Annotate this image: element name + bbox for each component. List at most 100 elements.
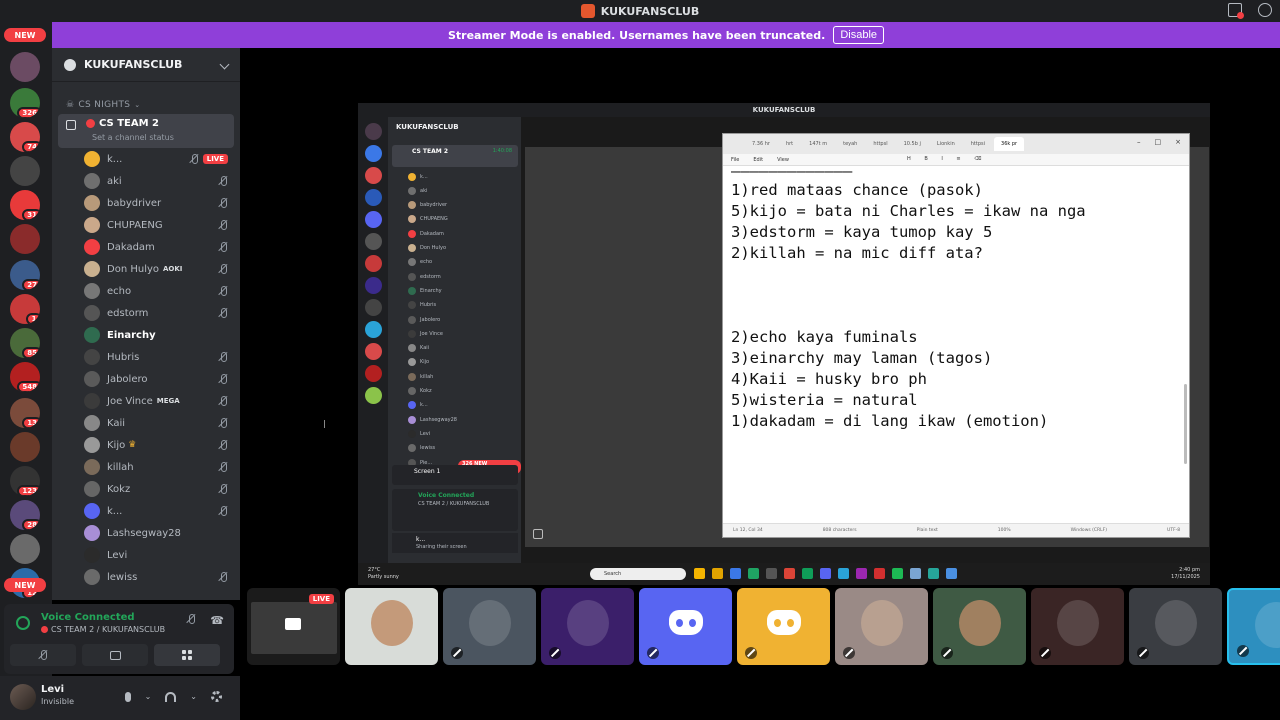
notepad-line: 5)kijo = bata ni Charles = ikaw na nga (731, 202, 1086, 220)
headphones-icon[interactable] (165, 691, 177, 702)
server-icon[interactable]: 123 (10, 466, 40, 496)
voice-member[interactable]: babydriver (52, 192, 240, 214)
guild-header[interactable]: KUKUFANSCLUB (52, 48, 240, 82)
disable-streamer-mode-button[interactable]: Disable (833, 26, 885, 44)
voice-member[interactable]: Kokz (52, 478, 240, 500)
participant-tile[interactable] (933, 588, 1026, 665)
server-icon[interactable]: 548 (10, 362, 40, 392)
mention-badge: 326 (17, 107, 40, 118)
deafened-icon (218, 506, 228, 516)
voice-member[interactable]: lewiss (52, 566, 240, 588)
camera-off-icon (38, 650, 48, 660)
participant-tile[interactable] (835, 588, 928, 665)
participant-tile[interactable] (1129, 588, 1222, 665)
participant-tile[interactable] (345, 588, 438, 665)
participant-tile[interactable] (443, 588, 536, 665)
voice-member[interactable]: Hubris (52, 346, 240, 368)
notepad-line: 1)red mataas chance (pasok) (731, 181, 983, 199)
notepad-menu-item: View (777, 156, 789, 163)
participant-tile[interactable] (1227, 588, 1280, 665)
voice-member[interactable]: k... (52, 500, 240, 522)
notepad-line (731, 264, 1181, 285)
stream-user-panel: k... Sharing their screen (392, 533, 518, 553)
server-icon[interactable] (10, 534, 40, 564)
server-icon[interactable]: 326 (10, 88, 40, 118)
participant-tile[interactable] (639, 588, 732, 665)
voice-status[interactable]: Voice Connected (41, 612, 135, 623)
voice-member[interactable]: Joe Vince MEGA (52, 390, 240, 412)
stream-taskbar-apps (694, 568, 957, 579)
voice-channel-cs-team-2[interactable]: CS TEAM 2 Set a channel status (58, 114, 234, 148)
stream-voice-member: CHUPAENG (408, 214, 448, 225)
voice-panel-icons: ☎ (186, 614, 224, 627)
chevron-down-icon[interactable]: ⌄ (190, 692, 197, 701)
chevron-down-icon[interactable] (219, 59, 230, 70)
participant-tile[interactable] (1031, 588, 1124, 665)
avatar[interactable] (10, 684, 36, 710)
server-icon[interactable] (10, 224, 40, 254)
signal-icon[interactable] (16, 616, 30, 630)
gear-icon[interactable] (211, 691, 222, 702)
voice-member[interactable]: Lashsegway28 (52, 522, 240, 544)
server-icon[interactable] (10, 432, 40, 462)
disconnect-icon[interactable]: ☎ (210, 614, 224, 627)
voice-member[interactable]: k... LIVE (52, 148, 240, 170)
voice-member[interactable]: echo (52, 280, 240, 302)
chevron-down-icon: ⌄ (134, 101, 141, 109)
new-unreads-pill-top[interactable]: NEW (4, 28, 46, 42)
voice-member[interactable]: Kaii (52, 412, 240, 434)
user-name[interactable]: Levi (41, 684, 64, 695)
participant-tile[interactable] (737, 588, 830, 665)
server-icon[interactable]: 74 (10, 122, 40, 152)
notepad-status-item: Ln 12, Col 34 (733, 528, 763, 533)
noise-suppression-icon[interactable] (186, 614, 196, 624)
server-icon[interactable] (10, 156, 40, 186)
participant-video (861, 600, 903, 646)
server-icon[interactable]: 28 (10, 500, 40, 530)
server-icon[interactable] (10, 52, 40, 82)
window-title-text: KUKUFANSCLUB (600, 4, 700, 18)
camera-button[interactable] (10, 644, 76, 666)
server-icon[interactable]: 1 (10, 294, 40, 324)
stream-weather: 27°C Partly sunny (368, 567, 399, 581)
chevron-down-icon[interactable]: ⌄ (145, 692, 152, 701)
voice-member[interactable]: edstorm (52, 302, 240, 324)
member-tag: MEGA (156, 397, 180, 405)
participant-tile[interactable]: LIVE (247, 588, 340, 665)
activities-button[interactable] (154, 644, 220, 666)
member-status-icons: LIVE (189, 154, 228, 164)
channel-status[interactable]: Set a channel status (92, 133, 174, 142)
inbox-icon[interactable] (1228, 3, 1244, 19)
avatar (84, 569, 100, 585)
voice-member[interactable]: Kijo ♛ (52, 434, 240, 456)
voice-member[interactable]: aki (52, 170, 240, 192)
member-name: Lashsegway28 (107, 527, 181, 539)
help-icon[interactable] (1258, 3, 1272, 17)
stream-voice-member: k... (408, 400, 428, 411)
voice-channel-label: CS TEAM 2 (99, 118, 159, 129)
share-screen-button[interactable] (82, 644, 148, 666)
voice-member[interactable]: Don Hulyo AOKI (52, 258, 240, 280)
server-icon[interactable]: 85 (10, 328, 40, 358)
participant-strip: LIVE (247, 588, 1280, 665)
voice-member[interactable]: Levi (52, 544, 240, 566)
server-icon[interactable]: 27 (10, 260, 40, 290)
server-icon[interactable]: 31 (10, 190, 40, 220)
voice-channel-path[interactable]: CS TEAM 2 / KUKUFANSCLUB (41, 625, 165, 634)
voice-member[interactable]: CHUPAENG (52, 214, 240, 236)
participant-tile[interactable] (541, 588, 634, 665)
new-unreads-pill-bottom[interactable]: NEW (4, 578, 46, 592)
avatar (84, 239, 100, 255)
notepad-line: 5)wisteria = natural (731, 391, 918, 409)
voice-member[interactable]: Dakadam (52, 236, 240, 258)
member-name: edstorm (107, 307, 149, 319)
member-tag: AOKI (163, 265, 183, 273)
stream-voice-member: Kaii (408, 343, 429, 354)
voice-member[interactable]: killah (52, 456, 240, 478)
stream-taskbar-search: Search (590, 568, 686, 580)
voice-member[interactable]: Einarchy (52, 324, 240, 346)
server-icon[interactable]: 13 (10, 398, 40, 428)
category-cs-nights[interactable]: ☠ CS NIGHTS ⌄ (52, 82, 240, 114)
voice-member[interactable]: Jabolero (52, 368, 240, 390)
microphone-icon[interactable] (124, 691, 131, 702)
